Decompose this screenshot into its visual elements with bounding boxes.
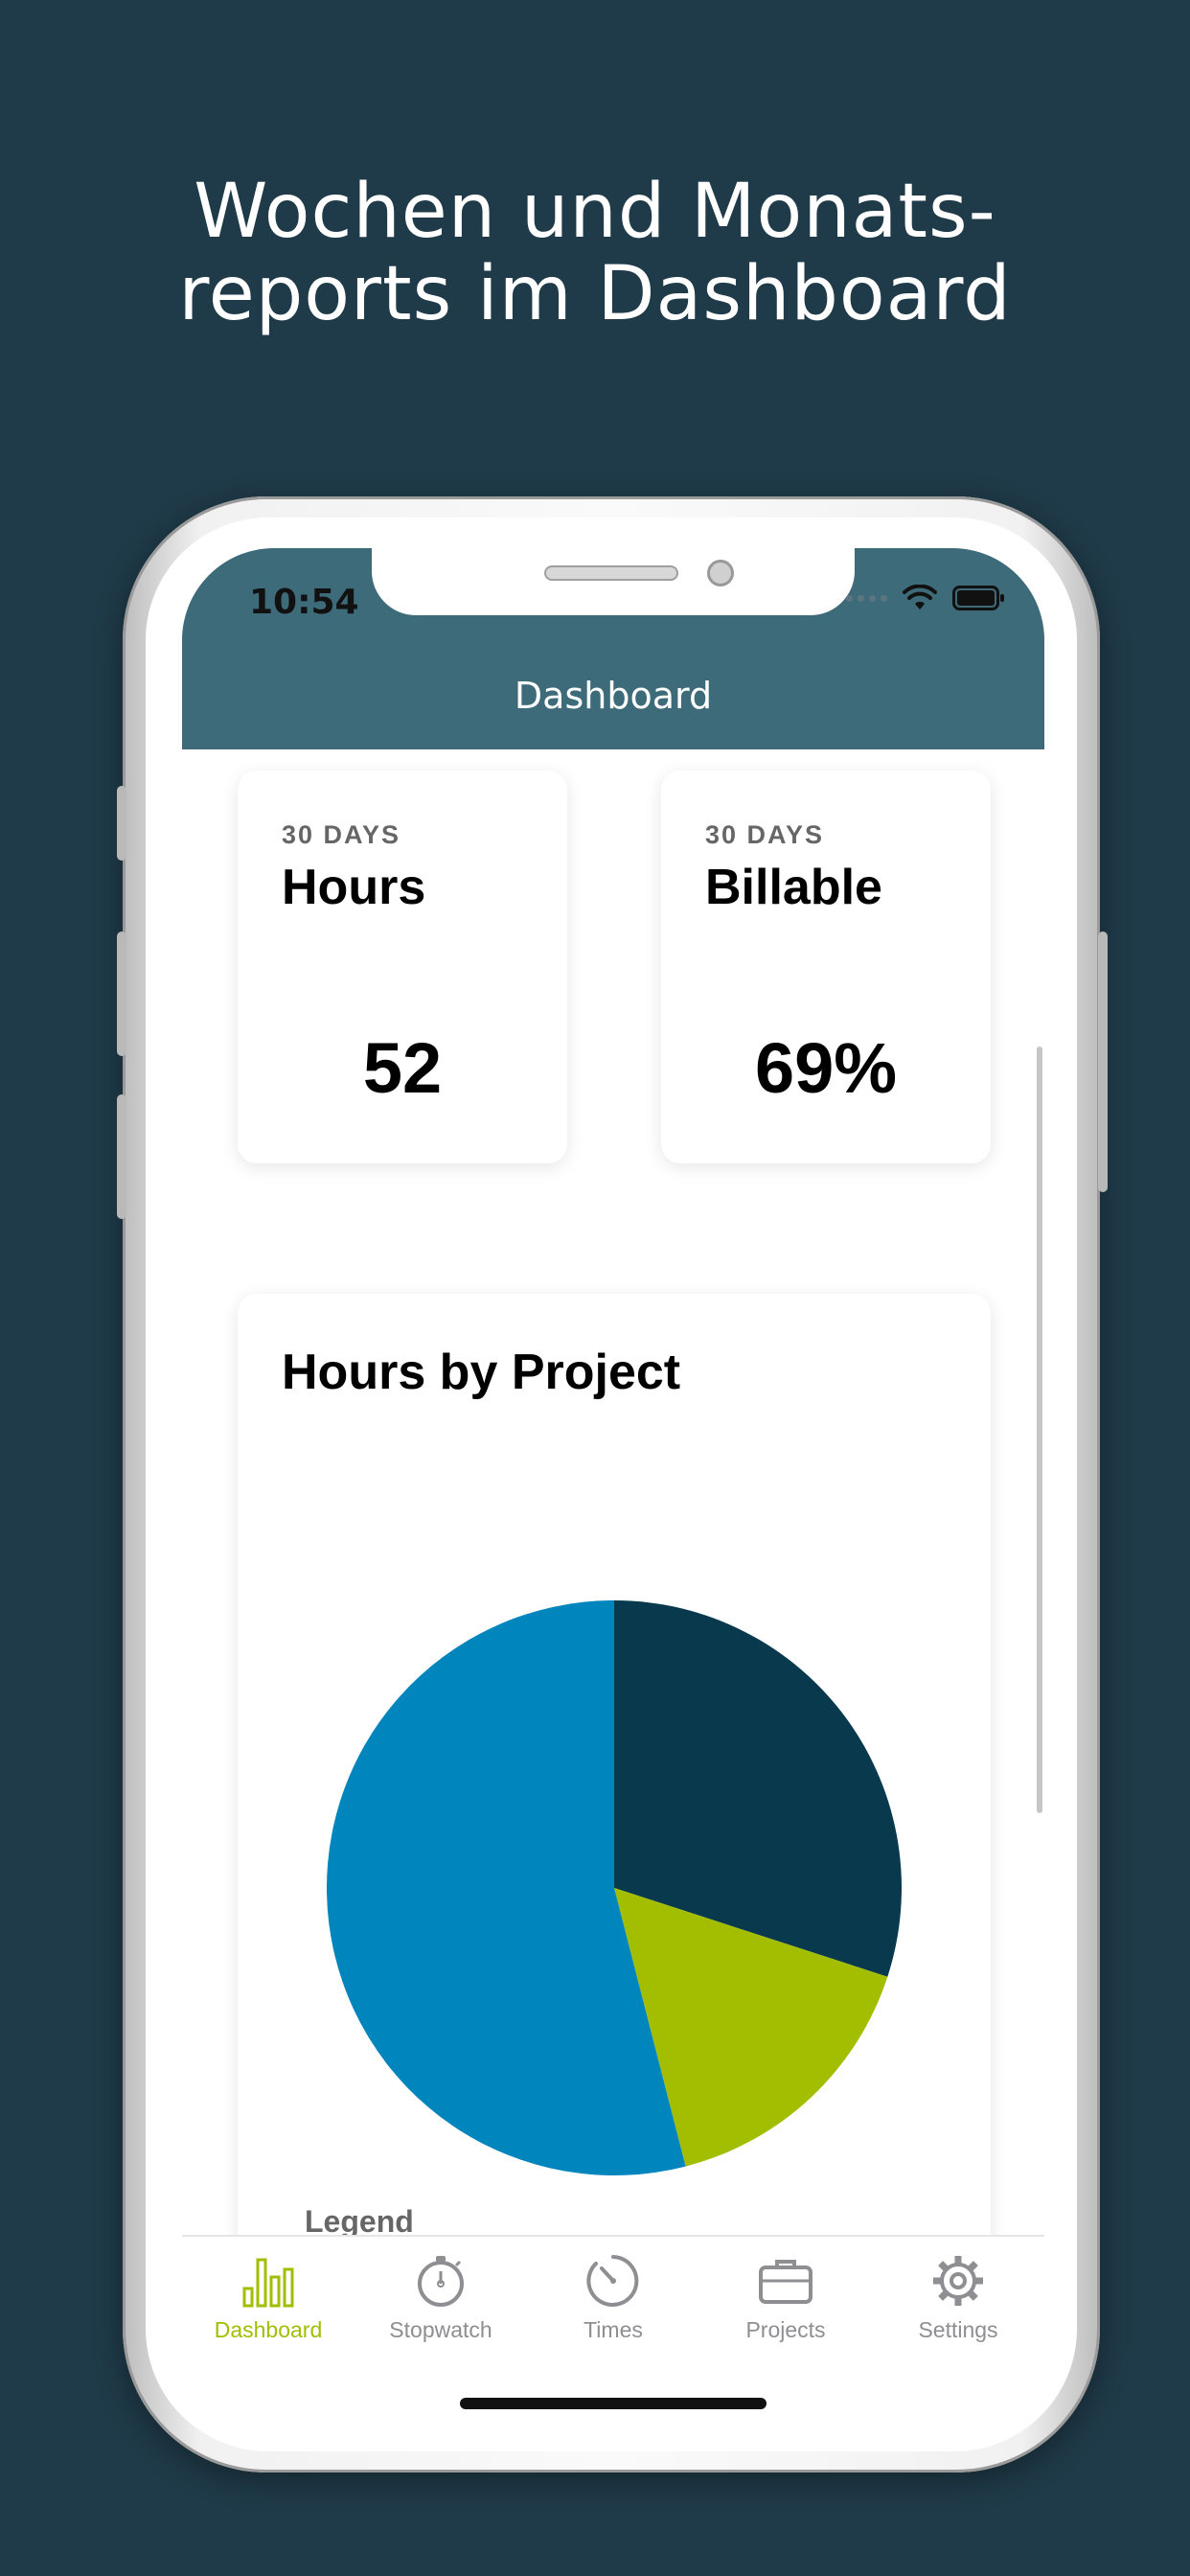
card-kicker: 30 DAYS: [282, 820, 401, 849]
stopwatch-icon: [418, 2256, 464, 2307]
phone-power-button: [1098, 932, 1108, 1192]
tab-projects[interactable]: Projects: [699, 2237, 872, 2371]
front-camera: [707, 560, 734, 586]
gear-icon: [933, 2256, 983, 2306]
status-icons: [846, 585, 1006, 611]
tab-label: Projects: [745, 2317, 826, 2342]
tab-times[interactable]: Times: [527, 2237, 699, 2371]
chart-title: Hours by Project: [282, 1345, 681, 1400]
card-kicker: 30 DAYS: [705, 820, 825, 849]
app-screen: 10:54 Dashboard 30 DAYS Hours 52 30 DAYS…: [182, 548, 1044, 2426]
bar-chart-icon: [242, 2258, 294, 2308]
clock-dial-icon: [586, 2255, 639, 2307]
card-title: Billable: [705, 860, 882, 915]
hours-card[interactable]: 30 DAYS Hours 52: [238, 770, 567, 1163]
navigation-bar: 10:54 Dashboard: [182, 548, 1044, 749]
tab-stopwatch[interactable]: Stopwatch: [355, 2237, 527, 2371]
wifi-icon: [903, 585, 937, 610]
tab-label: Stopwatch: [389, 2317, 492, 2342]
device-notch: [372, 548, 855, 615]
pie-chart: [327, 1600, 902, 2175]
status-time: 10:54: [249, 583, 359, 622]
briefcase-icon: [759, 2260, 812, 2304]
tab-label: Times: [584, 2317, 643, 2342]
promo-headline-line1: Wochen und Monats-: [194, 169, 996, 255]
tab-dashboard[interactable]: Dashboard: [182, 2237, 355, 2371]
billable-card[interactable]: 30 DAYS Billable 69%: [661, 770, 991, 1163]
card-title: Hours: [282, 860, 426, 915]
scroll-indicator[interactable]: [1037, 1046, 1042, 1813]
phone-volume-down-button: [117, 1094, 126, 1219]
battery-icon: [952, 586, 1004, 610]
card-value: 52: [362, 1028, 443, 1108]
promo-headline: Wochen und Monats- reports im Dashboard: [0, 171, 1190, 335]
card-value: 69%: [754, 1028, 898, 1108]
phone-volume-up-button: [117, 932, 126, 1056]
nav-title: Dashboard: [514, 675, 713, 717]
promo-headline-line2: reports im Dashboard: [178, 251, 1012, 337]
tab-label: Settings: [918, 2317, 998, 2342]
tab-label: Dashboard: [214, 2317, 323, 2342]
hours-by-project-card: Hours by Project Legend: [238, 1294, 991, 2348]
phone-mute-switch: [117, 786, 126, 861]
home-indicator[interactable]: [460, 2398, 767, 2409]
tab-settings[interactable]: Settings: [872, 2237, 1044, 2371]
cellular-signal-icon: [846, 594, 887, 602]
speaker-grille: [544, 565, 678, 581]
